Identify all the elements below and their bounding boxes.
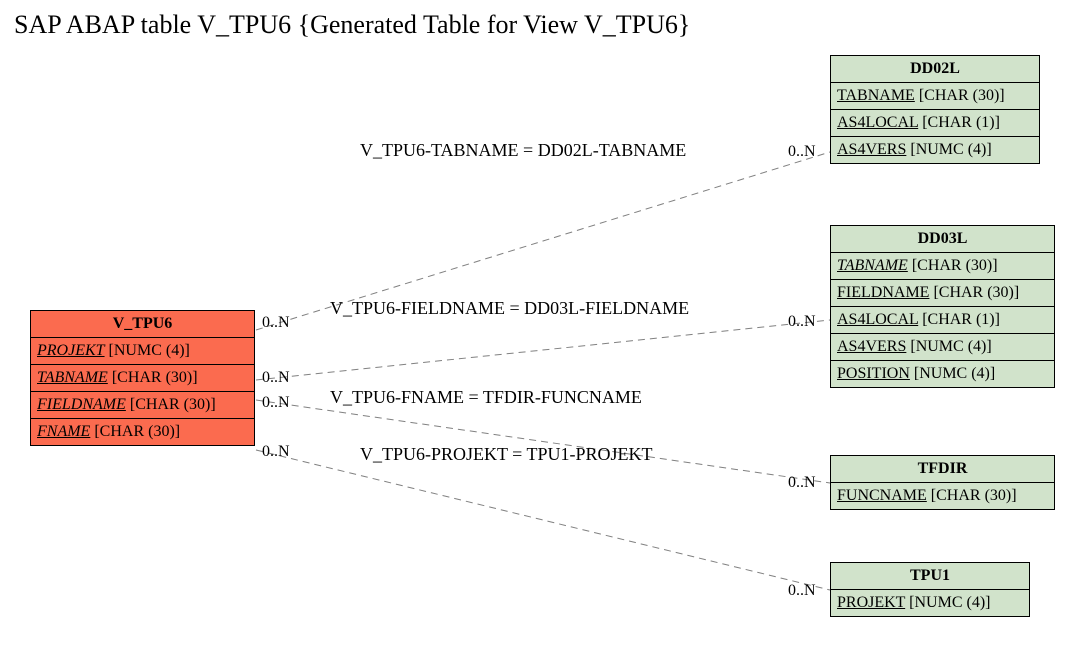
- entity-header: DD02L: [831, 56, 1039, 83]
- entity-field: PROJEKT [NUMC (4)]: [31, 338, 254, 365]
- entity-dd03l: DD03L TABNAME [CHAR (30)] FIELDNAME [CHA…: [830, 225, 1055, 388]
- cardinality-label: 0..N: [262, 394, 290, 412]
- entity-field: FIELDNAME [CHAR (30)]: [831, 280, 1054, 307]
- entity-field: AS4VERS [NUMC (4)]: [831, 334, 1054, 361]
- entity-dd02l: DD02L TABNAME [CHAR (30)] AS4LOCAL [CHAR…: [830, 55, 1040, 164]
- relation-label: V_TPU6-FNAME = TFDIR-FUNCNAME: [330, 387, 642, 408]
- cardinality-label: 0..N: [262, 369, 290, 387]
- entity-header: TFDIR: [831, 456, 1054, 483]
- relation-label: V_TPU6-TABNAME = DD02L-TABNAME: [360, 140, 686, 161]
- cardinality-label: 0..N: [788, 143, 816, 161]
- relation-label: V_TPU6-PROJEKT = TPU1-PROJEKT: [360, 444, 653, 465]
- entity-field: FNAME [CHAR (30)]: [31, 419, 254, 445]
- entity-field: AS4LOCAL [CHAR (1)]: [831, 307, 1054, 334]
- entity-field: POSITION [NUMC (4)]: [831, 361, 1054, 387]
- entity-header: TPU1: [831, 563, 1029, 590]
- entity-tfdir: TFDIR FUNCNAME [CHAR (30)]: [830, 455, 1055, 510]
- entity-v-tpu6: V_TPU6 PROJEKT [NUMC (4)] TABNAME [CHAR …: [30, 310, 255, 446]
- entity-field: AS4LOCAL [CHAR (1)]: [831, 110, 1039, 137]
- entity-field: FUNCNAME [CHAR (30)]: [831, 483, 1054, 509]
- page-title: SAP ABAP table V_TPU6 {Generated Table f…: [14, 10, 690, 40]
- entity-field: TABNAME [CHAR (30)]: [831, 253, 1054, 280]
- cardinality-label: 0..N: [788, 313, 816, 331]
- entity-field: TABNAME [CHAR (30)]: [831, 83, 1039, 110]
- entity-field: PROJEKT [NUMC (4)]: [831, 590, 1029, 616]
- relation-label: V_TPU6-FIELDNAME = DD03L-FIELDNAME: [330, 298, 689, 319]
- entity-field: AS4VERS [NUMC (4)]: [831, 137, 1039, 163]
- entity-header: DD03L: [831, 226, 1054, 253]
- entity-header: V_TPU6: [31, 311, 254, 338]
- entity-field: FIELDNAME [CHAR (30)]: [31, 392, 254, 419]
- cardinality-label: 0..N: [788, 582, 816, 600]
- entity-field: TABNAME [CHAR (30)]: [31, 365, 254, 392]
- cardinality-label: 0..N: [262, 314, 290, 332]
- cardinality-label: 0..N: [788, 474, 816, 492]
- entity-tpu1: TPU1 PROJEKT [NUMC (4)]: [830, 562, 1030, 617]
- cardinality-label: 0..N: [262, 443, 290, 461]
